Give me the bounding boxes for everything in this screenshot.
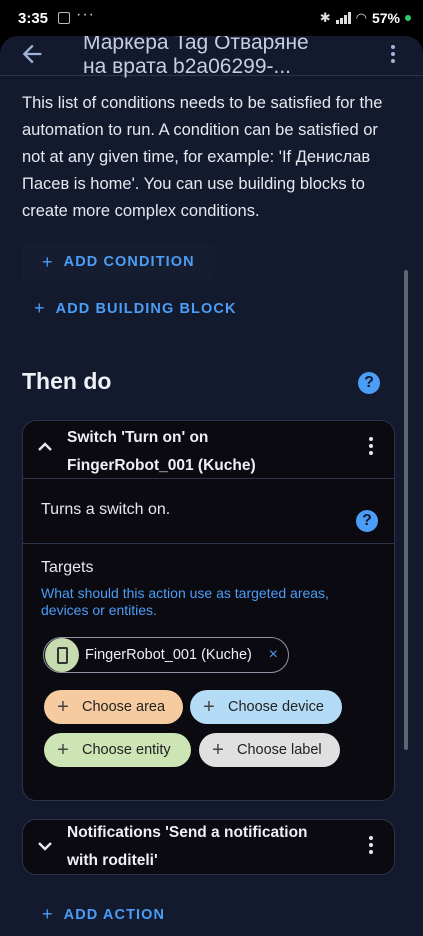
plus-icon: +	[42, 251, 54, 272]
bluetooth-icon: ✱	[319, 10, 331, 25]
add-building-block-button[interactable]: + ADD BUILDING BLOCK	[34, 298, 237, 319]
action-card-header[interactable]: Notifications 'Send a notification with …	[23, 820, 394, 874]
add-condition-button[interactable]: + ADD CONDITION	[22, 243, 215, 281]
choose-device-button[interactable]: + Choose device	[190, 690, 342, 724]
back-arrow-icon[interactable]	[18, 40, 46, 68]
chevron-down-icon[interactable]	[37, 838, 53, 854]
action-card-title: Notifications 'Send a notification with …	[67, 824, 308, 869]
battery-level: 57%	[371, 10, 400, 26]
entity-chip-label: FingerRobot_001 (Kuche)	[85, 647, 252, 663]
more-vert-icon[interactable]	[366, 836, 376, 860]
plus-icon: +	[57, 738, 69, 761]
action-card-notification: Notifications 'Send a notification with …	[22, 819, 395, 875]
plus-icon: +	[34, 298, 46, 318]
entity-avatar	[45, 638, 79, 672]
conditions-description: This list of conditions needs to be sati…	[22, 94, 383, 220]
help-icon[interactable]: ?	[356, 510, 378, 532]
more-vert-icon[interactable]	[366, 437, 376, 461]
add-action-button[interactable]: + ADD ACTION	[42, 904, 165, 925]
plus-icon: +	[212, 738, 224, 761]
status-more: ···	[76, 6, 95, 23]
action-description: Turns a switch on.	[41, 501, 171, 518]
more-vert-icon[interactable]	[383, 42, 403, 66]
automation-editor: Маркера Tag Отваряне на врата b2a06299-.…	[0, 36, 423, 936]
app-bar: Маркера Tag Отваряне на врата b2a06299-.…	[0, 36, 423, 78]
plus-icon: +	[203, 695, 215, 718]
choose-entity-button[interactable]: + Choose entity	[44, 733, 191, 767]
close-icon[interactable]: ×	[269, 646, 278, 664]
status-bar: 3:35 ··· ✱ ◠ 57%	[0, 0, 423, 36]
divider	[23, 543, 394, 544]
choose-area-button[interactable]: + Choose area	[44, 690, 183, 724]
help-icon[interactable]: ?	[358, 372, 380, 394]
choose-label-button[interactable]: + Choose label	[199, 733, 340, 767]
phone-icon	[57, 647, 68, 664]
plus-icon: +	[57, 695, 69, 718]
notification-icon	[58, 12, 70, 24]
targets-label: Targets	[41, 559, 94, 576]
action-card-switch: Switch 'Turn on' on FingerRobot_001 (Kuc…	[22, 420, 395, 801]
action-card-header[interactable]: Switch 'Turn on' on FingerRobot_001 (Kuc…	[23, 421, 394, 478]
plus-icon: +	[42, 904, 54, 924]
targets-hint: What should this action use as targeted …	[41, 585, 329, 618]
divider	[23, 478, 394, 479]
then-do-heading: Then do	[22, 368, 112, 394]
action-card-title: Switch 'Turn on' on FingerRobot_001 (Kuc…	[67, 429, 256, 474]
signal-icon	[335, 12, 351, 24]
chevron-up-icon[interactable]	[37, 439, 53, 455]
target-entity-chip[interactable]: FingerRobot_001 (Kuche) ×	[43, 637, 289, 673]
wifi-icon: ◠	[355, 10, 367, 25]
scrollbar[interactable]	[404, 270, 408, 750]
page-title: Маркера Tag Отваряне на врата b2a06299-.…	[83, 36, 309, 78]
battery-dot-icon	[405, 15, 411, 21]
status-time: 3:35	[18, 10, 49, 27]
